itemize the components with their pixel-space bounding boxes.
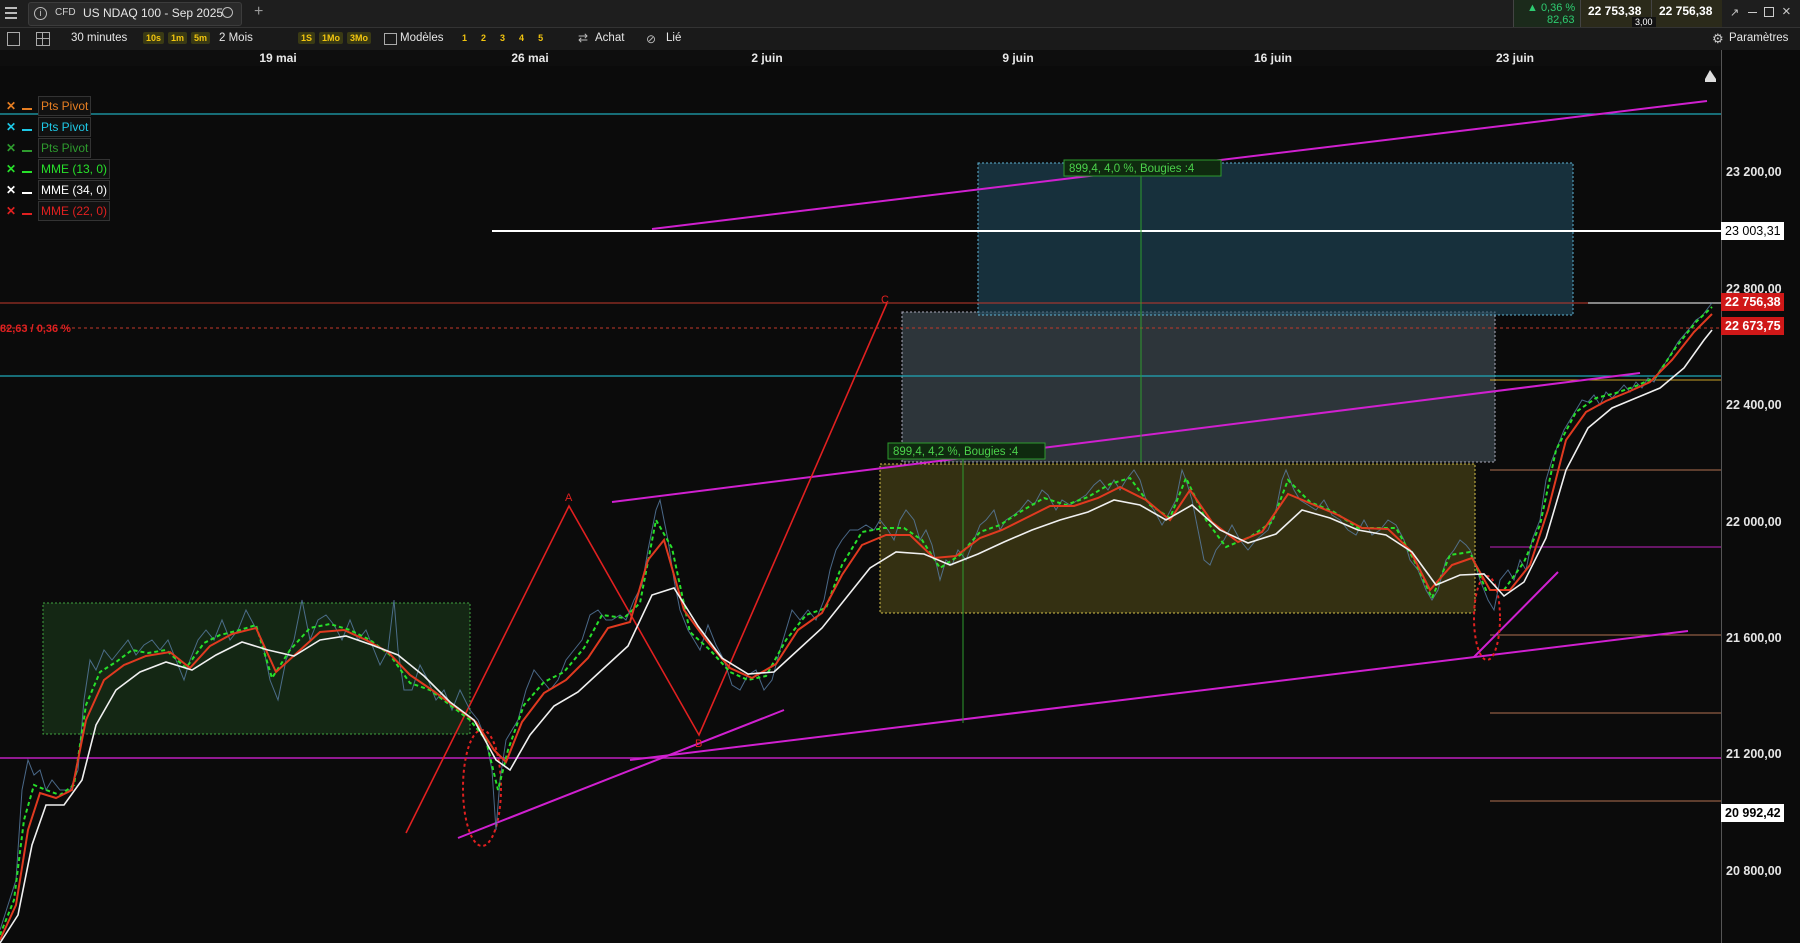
target-zone-blue xyxy=(977,162,1574,316)
price-tag-prev-close: 22 673,75 xyxy=(1721,317,1784,335)
close-icon[interactable]: ✕ xyxy=(4,97,18,115)
price-tick: 21 600,00 xyxy=(1726,631,1782,645)
legend-label: MME (22, 0) xyxy=(38,201,111,221)
short-support-line xyxy=(457,709,785,839)
change-line-label: 82,63 / 0,36 % xyxy=(0,323,71,335)
price-tick: 22 000,00 xyxy=(1726,515,1782,529)
legend-label: Pts Pivot xyxy=(38,96,92,116)
price-chart[interactable]: A B C 899,4, 4,2 %, Bougies :4 899,4, 4,… xyxy=(0,0,1721,943)
wave-label-c: C xyxy=(881,294,889,306)
legend-label: Pts Pivot xyxy=(38,138,92,158)
close-icon[interactable]: ✕ xyxy=(4,202,18,220)
price-tag-current: 22 756,38 xyxy=(1721,293,1784,311)
minimize-icon[interactable] xyxy=(1748,12,1757,13)
consolidation-zone-yellow xyxy=(879,463,1476,614)
price-tick: 23 200,00 xyxy=(1726,165,1782,179)
price-tick: 22 400,00 xyxy=(1726,398,1782,412)
legend-label: MME (13, 0) xyxy=(38,159,111,179)
wave-label-b: B xyxy=(695,738,702,750)
close-icon[interactable]: ✕ xyxy=(4,139,18,157)
price-tick: 20 800,00 xyxy=(1726,864,1782,878)
legend-item[interactable]: ✕ MME (22, 0) xyxy=(4,201,111,221)
legend-item[interactable]: ✕ Pts Pivot xyxy=(4,96,92,116)
legend-item[interactable]: ✕ MME (34, 0) xyxy=(4,180,111,200)
wave-label-a: A xyxy=(565,492,573,504)
low-highlight-ellipse xyxy=(1473,575,1501,661)
maximize-icon[interactable] xyxy=(1764,7,1774,17)
price-tick: 21 200,00 xyxy=(1726,747,1782,761)
measure-label-2: 899,4, 4,0 %, Bougies :4 xyxy=(1069,163,1195,175)
target-zone-grey xyxy=(901,311,1496,463)
scroll-up-marker xyxy=(1705,70,1716,79)
close-icon[interactable]: ✕ xyxy=(4,118,18,136)
legend-item[interactable]: ✕ Pts Pivot xyxy=(4,117,92,137)
lower-channel-line xyxy=(629,630,1689,761)
price-tag-low: 20 992,42 xyxy=(1721,804,1784,822)
close-icon[interactable]: × xyxy=(1782,3,1791,20)
settings-button[interactable]: Paramètres xyxy=(1729,32,1788,44)
legend-label: MME (34, 0) xyxy=(38,180,111,200)
price-tag-resistance: 23 003,31 xyxy=(1721,222,1784,240)
arrow-out-icon[interactable]: ↗ xyxy=(1730,6,1739,19)
legend-item[interactable]: ✕ MME (13, 0) xyxy=(4,159,111,179)
legend-label: Pts Pivot xyxy=(38,117,92,137)
measure-label-1: 899,4, 4,2 %, Bougies :4 xyxy=(893,446,1019,458)
legend-item[interactable]: ✕ Pts Pivot xyxy=(4,138,92,158)
close-icon[interactable]: ✕ xyxy=(4,160,18,178)
close-icon[interactable]: ✕ xyxy=(4,181,18,199)
